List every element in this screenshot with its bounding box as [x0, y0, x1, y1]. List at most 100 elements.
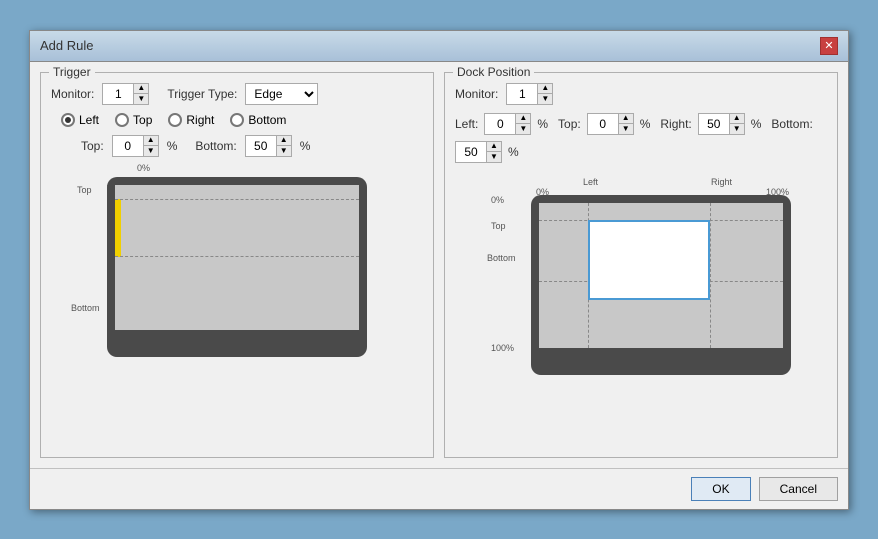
top-down-arrow[interactable]: ▼ [144, 146, 158, 156]
dock-top-label: Top: [558, 117, 581, 131]
radio-left-circle [61, 113, 75, 127]
dock-panel-title: Dock Position [453, 65, 534, 79]
monitor-label: Monitor: [51, 87, 94, 101]
bottom-edge-label: Bottom [71, 303, 100, 313]
radio-top-circle [115, 113, 129, 127]
radio-bottom[interactable]: Bottom [230, 113, 286, 127]
radio-top-label: Top [133, 113, 152, 127]
pct0-left: 0% [491, 195, 504, 205]
bottom-axis-label: Bottom [487, 253, 516, 263]
dock-monitor-arrows: ▲ ▼ [537, 84, 552, 104]
dock-left-arrows: ▲ ▼ [515, 114, 530, 134]
bottom-unit: % [300, 139, 311, 153]
top-input[interactable] [113, 137, 143, 155]
bottom-up-arrow[interactable]: ▲ [277, 136, 291, 146]
bottom-spinner[interactable]: ▲ ▼ [245, 135, 292, 157]
monitor-spinner[interactable]: ▲ ▼ [102, 83, 149, 105]
dock-right-unit: % [751, 117, 762, 131]
dock-right-label: Right: [660, 117, 691, 131]
tv-stand-2 [621, 348, 701, 362]
preview-wrapper-2: Left Right 0% 100% 0% Top Bottom 100% [491, 173, 791, 375]
cancel-button[interactable]: Cancel [759, 477, 838, 501]
radio-right-label: Right [186, 113, 214, 127]
dock-right-down-arrow[interactable]: ▼ [730, 124, 744, 134]
dock-right-spinner[interactable]: ▲ ▼ [698, 113, 745, 135]
radio-left-label: Left [79, 113, 99, 127]
tv-monitor-2 [531, 195, 791, 375]
monitor-input[interactable] [103, 85, 133, 103]
dock-monitor-input[interactable] [507, 85, 537, 103]
dock-indicator-rect [588, 220, 710, 300]
top-edge-label: Top [77, 185, 92, 195]
dock-left-unit: % [537, 117, 548, 131]
ok-button[interactable]: OK [691, 477, 750, 501]
trigger-type-label: Trigger Type: [167, 87, 237, 101]
dock-monitor-row: Monitor: ▲ ▼ [455, 83, 827, 105]
dialog: Add Rule ✕ Trigger Monitor: ▲ ▼ Trigger … [29, 30, 849, 510]
monitor-preview-1: 0% Top Bottom 100% [51, 177, 423, 357]
dock-right-up-arrow[interactable]: ▲ [730, 114, 744, 124]
bottom-bar: OK Cancel [30, 468, 848, 509]
dock-bottom-label: Bottom: [771, 117, 812, 131]
dock-right-input[interactable] [699, 115, 729, 133]
dock-monitor-down-arrow[interactable]: ▼ [538, 94, 552, 104]
monitor-down-arrow[interactable]: ▼ [134, 94, 148, 104]
dock-bottom-up-arrow[interactable]: ▲ [487, 142, 501, 152]
dock-bottom-arrows: ▲ ▼ [486, 142, 501, 162]
tv-screen-2 [539, 203, 783, 348]
close-button[interactable]: ✕ [820, 37, 838, 55]
dock-top-unit: % [640, 117, 651, 131]
right-axis-label: Right [711, 177, 732, 187]
top-dashed-line [115, 199, 359, 200]
top-bottom-row: Top: ▲ ▼ % Bottom: ▲ ▼ % [81, 135, 423, 157]
bottom-arrows: ▲ ▼ [276, 136, 291, 156]
radio-top[interactable]: Top [115, 113, 152, 127]
top-unit: % [167, 139, 178, 153]
tv-screen-1 [115, 185, 359, 330]
dock-top-down-arrow[interactable]: ▼ [619, 124, 633, 134]
edge-radio-group: Left Top Right Bottom [61, 113, 423, 127]
radio-right-circle [168, 113, 182, 127]
radio-bottom-label: Bottom [248, 113, 286, 127]
dock-left-spinner[interactable]: ▲ ▼ [484, 113, 531, 135]
title-bar: Add Rule ✕ [30, 31, 848, 62]
dock-monitor-up-arrow[interactable]: ▲ [538, 84, 552, 94]
left-axis-label: Left [583, 177, 598, 187]
monitor-arrows: ▲ ▼ [133, 84, 148, 104]
dock-left-input[interactable] [485, 115, 515, 133]
bottom-dashed-line [115, 256, 359, 257]
bottom-down-arrow[interactable]: ▼ [277, 146, 291, 156]
dock-left-down-arrow[interactable]: ▼ [516, 124, 530, 134]
bottom-label: Bottom: [195, 139, 236, 153]
pct-0-label: 0% [137, 163, 150, 173]
radio-right[interactable]: Right [168, 113, 214, 127]
trigger-type-select[interactable]: Edge Window Time [245, 83, 318, 105]
trigger-panel: Trigger Monitor: ▲ ▼ Trigger Type: Edge … [40, 72, 434, 458]
trigger-panel-title: Trigger [49, 65, 95, 79]
dock-monitor-spinner[interactable]: ▲ ▼ [506, 83, 553, 105]
dock-top-spinner[interactable]: ▲ ▼ [587, 113, 634, 135]
dock-top-input[interactable] [588, 115, 618, 133]
monitor-up-arrow[interactable]: ▲ [134, 84, 148, 94]
tv-monitor-1 [107, 177, 367, 357]
dialog-title: Add Rule [40, 38, 93, 53]
dock-panel: Dock Position Monitor: ▲ ▼ Left: [444, 72, 838, 458]
dock-ltrb-row: Left: ▲ ▼ % Top: ▲ ▼ % [455, 113, 827, 163]
trigger-top-row: Monitor: ▲ ▼ Trigger Type: Edge Window T… [51, 83, 423, 105]
dock-left-up-arrow[interactable]: ▲ [516, 114, 530, 124]
dock-bottom-input[interactable] [456, 143, 486, 161]
dock-top-up-arrow[interactable]: ▲ [619, 114, 633, 124]
yellow-indicator-bar [115, 199, 121, 257]
dock-left-label: Left: [455, 117, 478, 131]
top-arrows: ▲ ▼ [143, 136, 158, 156]
top-up-arrow[interactable]: ▲ [144, 136, 158, 146]
monitor-preview-2: Left Right 0% 100% 0% Top Bottom 100% [455, 173, 827, 375]
radio-left[interactable]: Left [61, 113, 99, 127]
tv-stand-1 [197, 330, 277, 344]
top-spinner[interactable]: ▲ ▼ [112, 135, 159, 157]
dock-bottom-down-arrow[interactable]: ▼ [487, 152, 501, 162]
bottom-input[interactable] [246, 137, 276, 155]
top-axis-label: Top [491, 221, 506, 231]
radio-bottom-circle [230, 113, 244, 127]
dock-bottom-spinner[interactable]: ▲ ▼ [455, 141, 502, 163]
